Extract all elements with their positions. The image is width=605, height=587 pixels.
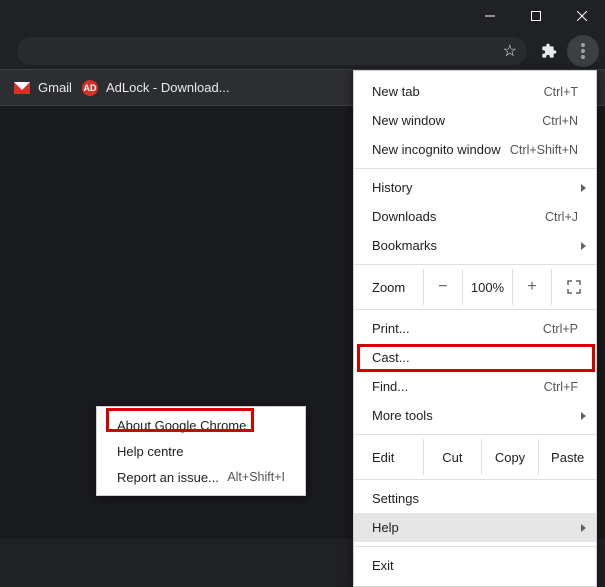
minimize-button[interactable] [467,0,513,32]
menu-new-window[interactable]: New window Ctrl+N [354,106,596,135]
bookmark-adlock[interactable]: AD AdLock - Download... [82,80,230,96]
menu-item-label: Cast... [372,350,410,365]
bookmark-label: Gmail [38,80,72,95]
gmail-icon [14,82,30,94]
zoom-in-button[interactable]: + [513,269,553,305]
menu-separator [354,434,596,435]
menu-item-label: Help [372,520,399,535]
chrome-menu-button[interactable] [567,35,599,67]
menu-item-label: History [372,180,412,195]
menu-new-incognito[interactable]: New incognito window Ctrl+Shift+N [354,135,596,164]
help-centre[interactable]: Help centre [97,438,305,464]
fullscreen-button[interactable] [552,269,596,305]
menu-item-label: New incognito window [372,142,501,157]
menu-item-shortcut: Ctrl+J [545,210,578,224]
chevron-right-icon [581,524,586,532]
window-titlebar [0,0,605,32]
extensions-button[interactable] [533,35,565,67]
menu-new-tab[interactable]: New tab Ctrl+T [354,77,596,106]
bookmark-gmail[interactable]: Gmail [14,80,72,95]
menu-print[interactable]: Print... Ctrl+P [354,314,596,343]
menu-edit: Edit Cut Copy Paste [354,439,596,475]
menu-item-shortcut: Ctrl+F [544,380,578,394]
menu-bookmarks[interactable]: Bookmarks [354,231,596,260]
help-report[interactable]: Report an issue... Alt+Shift+I [97,464,305,490]
menu-item-label: Bookmarks [372,238,437,253]
edit-cut-button[interactable]: Cut [424,439,482,475]
edit-label: Edit [354,439,424,475]
menu-separator [354,479,596,480]
menu-item-label: About Google Chrome [117,418,246,433]
menu-separator [354,168,596,169]
menu-help[interactable]: Help [354,513,596,542]
menu-separator [354,309,596,310]
chrome-menu: New tab Ctrl+T New window Ctrl+N New inc… [353,70,597,587]
menu-separator [354,264,596,265]
bookmark-label: AdLock - Download... [106,80,230,95]
toolbar: ☆ [0,32,605,70]
menu-item-label: Downloads [372,209,436,224]
help-submenu: About Google Chrome Help centre Report a… [96,406,306,496]
menu-history[interactable]: History [354,173,596,202]
menu-cast[interactable]: Cast... [354,343,596,372]
edit-copy-button[interactable]: Copy [482,439,540,475]
menu-item-label: Settings [372,491,419,506]
menu-item-shortcut: Ctrl+P [543,322,578,336]
menu-more-tools[interactable]: More tools [354,401,596,430]
menu-item-label: Print... [372,321,410,336]
zoom-label: Zoom [354,269,424,305]
zoom-value: 100% [463,269,513,305]
chevron-right-icon [581,242,586,250]
help-about[interactable]: About Google Chrome [97,412,305,438]
menu-item-shortcut: Ctrl+Shift+N [510,143,578,157]
menu-exit[interactable]: Exit [354,551,596,580]
menu-item-label: Report an issue... [117,470,219,485]
maximize-button[interactable] [513,0,559,32]
menu-settings[interactable]: Settings [354,484,596,513]
adlock-icon: AD [82,80,98,96]
chevron-right-icon [581,184,586,192]
zoom-out-button[interactable]: − [424,269,464,305]
menu-item-label: Find... [372,379,408,394]
fullscreen-icon [567,280,581,294]
menu-item-label: More tools [372,408,433,423]
menu-separator [354,546,596,547]
bookmark-star-icon[interactable]: ☆ [503,41,517,61]
menu-item-shortcut: Alt+Shift+I [227,470,285,484]
edit-paste-button[interactable]: Paste [539,439,596,475]
menu-item-label: Exit [372,558,394,573]
menu-zoom: Zoom − 100% + [354,269,596,305]
menu-item-label: New window [372,113,445,128]
menu-item-shortcut: Ctrl+T [544,85,578,99]
menu-item-label: New tab [372,84,420,99]
omnibox[interactable]: ☆ [17,37,527,65]
menu-downloads[interactable]: Downloads Ctrl+J [354,202,596,231]
close-button[interactable] [559,0,605,32]
menu-item-label: Help centre [117,444,183,459]
menu-find[interactable]: Find... Ctrl+F [354,372,596,401]
menu-item-shortcut: Ctrl+N [542,114,578,128]
chevron-right-icon [581,412,586,420]
